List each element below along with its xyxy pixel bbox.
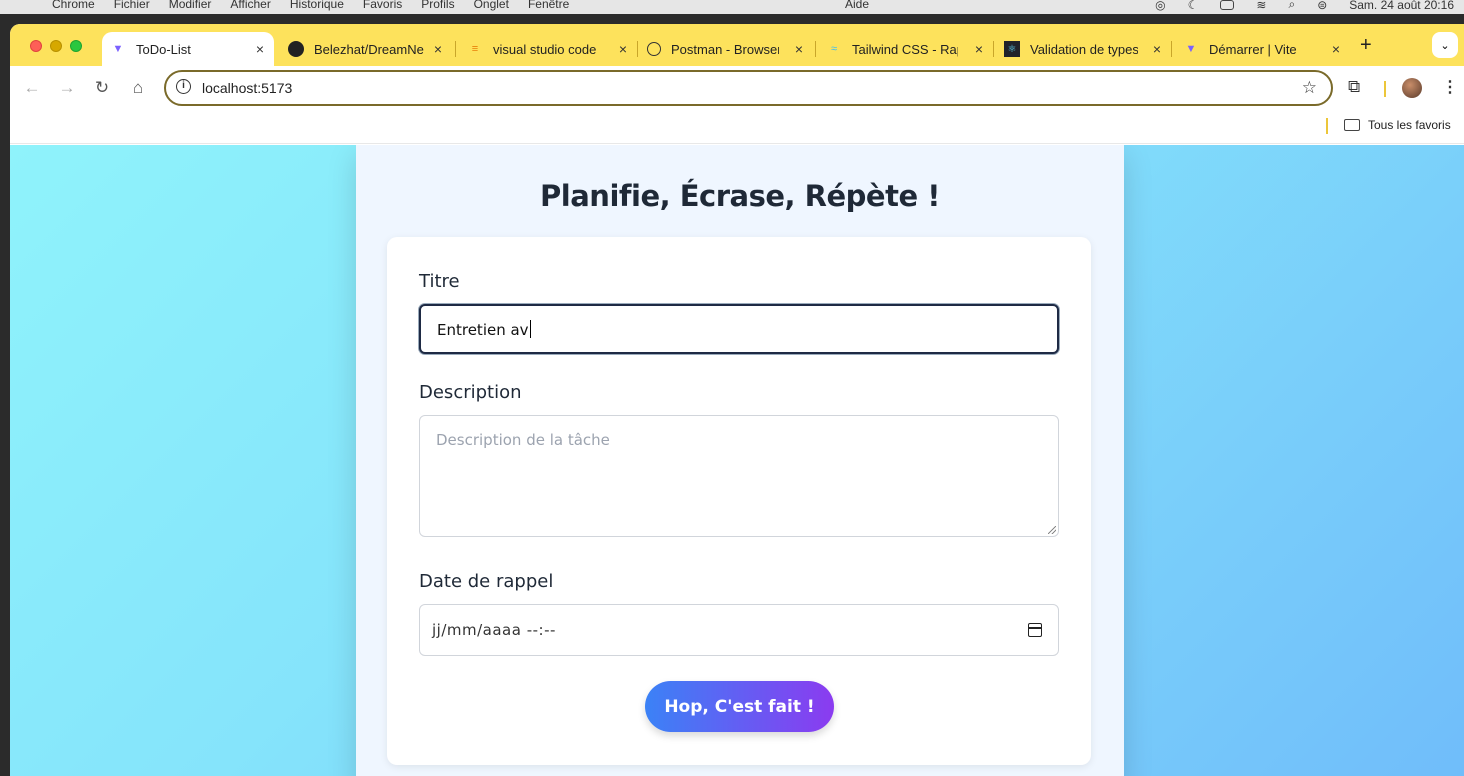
browser-toolbar: ← → ↻ ⌂ i localhost:5173 ☆ ⧉ ⋮ — [10, 66, 1464, 110]
menu-aide[interactable]: Aide — [845, 0, 869, 11]
address-bar[interactable]: i localhost:5173 ☆ — [164, 70, 1333, 106]
search-icon[interactable]: ⌕ — [1288, 0, 1295, 12]
profile-avatar[interactable] — [1402, 78, 1422, 98]
menu-afficher[interactable]: Afficher — [230, 0, 270, 11]
bookmarks-divider — [1326, 118, 1328, 134]
title-input[interactable]: Entretien av — [419, 304, 1059, 354]
clock[interactable]: Sam. 24 août 20:16 — [1349, 0, 1454, 12]
close-tab-icon[interactable]: × — [1153, 41, 1161, 57]
page-viewport: Planifie, Écrase, Répète ! Titre Entreti… — [10, 145, 1464, 776]
description-placeholder: Description de la tâche — [436, 431, 610, 449]
wifi-icon[interactable]: ≋ — [1256, 0, 1266, 12]
close-tab-icon[interactable]: × — [256, 41, 264, 57]
tab-divider — [993, 41, 994, 57]
close-window-button[interactable] — [30, 40, 42, 52]
tab-title: visual studio code — [493, 41, 597, 57]
close-tab-icon[interactable]: × — [795, 41, 803, 57]
reload-icon[interactable]: ↻ — [92, 78, 112, 98]
focus-icon[interactable]: ◎ — [1155, 0, 1165, 12]
menu-modifier[interactable]: Modifier — [169, 0, 212, 11]
tab-title: Démarrer | Vite — [1209, 41, 1297, 57]
title-label: Titre — [419, 271, 460, 292]
globe-icon — [647, 42, 661, 56]
moon-icon[interactable]: ☾ — [1188, 0, 1199, 12]
bookmark-star-icon[interactable]: ☆ — [1302, 78, 1317, 98]
stack-icon: ≡ — [471, 43, 479, 55]
control-center-icon[interactable]: ⊜ — [1317, 0, 1327, 12]
all-bookmarks-link[interactable]: Tous les favoris — [1368, 118, 1451, 132]
menu-profils[interactable]: Profils — [421, 0, 454, 11]
description-textarea[interactable]: Description de la tâche — [419, 415, 1059, 537]
tab-validation[interactable]: ⚛ Validation de types × — [996, 32, 1171, 66]
os-menubar: Chrome Fichier Modifier Afficher Histori… — [0, 0, 1464, 14]
window-controls — [30, 40, 82, 52]
app-container: Planifie, Écrase, Répète ! Titre Entreti… — [356, 145, 1124, 776]
github-icon — [288, 41, 304, 57]
menu-historique[interactable]: Historique — [290, 0, 344, 11]
extensions-puzzle-icon[interactable]: ⧉ — [1348, 77, 1360, 97]
battery-icon[interactable] — [1220, 0, 1235, 10]
close-tab-icon[interactable]: × — [1332, 41, 1340, 57]
tab-divider — [815, 41, 816, 57]
browser-window: ▼ ToDo-List × Belezhat/DreamNe × ≡ visua… — [10, 24, 1464, 776]
menu-favoris[interactable]: Favoris — [363, 0, 402, 11]
tab-todo-list[interactable]: ▼ ToDo-List × — [102, 32, 274, 66]
tab-tailwind[interactable]: ≈ Tailwind CSS - Rap × — [818, 32, 993, 66]
tab-vscode[interactable]: ≡ visual studio code × — [459, 32, 637, 66]
close-tab-icon[interactable]: × — [434, 41, 442, 57]
tab-vite[interactable]: ▼ Démarrer | Vite × — [1175, 32, 1350, 66]
vite-icon: ▼ — [1185, 43, 1197, 55]
tab-title: ToDo-List — [136, 41, 191, 57]
tab-title: Belezhat/DreamNe — [314, 41, 424, 57]
tab-title: Postman - Browser — [671, 41, 779, 57]
folder-icon[interactable] — [1344, 119, 1360, 131]
date-label: Date de rappel — [419, 571, 554, 592]
menu-fichier[interactable]: Fichier — [114, 0, 150, 11]
tab-title: Tailwind CSS - Rap — [852, 41, 958, 57]
reminder-date-input[interactable]: jj/mm/aaaa --:-- — [419, 604, 1059, 656]
text-caret — [529, 320, 531, 338]
calendar-icon[interactable] — [1028, 623, 1042, 637]
back-arrow-icon[interactable]: ← — [22, 78, 42, 98]
minimize-window-button[interactable] — [50, 40, 62, 52]
bookmarks-bar: Tous les favoris — [10, 110, 1464, 144]
tailwind-icon: ≈ — [830, 43, 838, 55]
page-title: Planifie, Écrase, Répète ! — [540, 179, 940, 213]
vite-icon: ▼ — [112, 43, 124, 55]
tab-postman[interactable]: Postman - Browser × — [639, 32, 813, 66]
resize-grip-icon[interactable] — [1048, 526, 1056, 534]
site-info-icon[interactable]: i — [176, 79, 191, 94]
status-area: ◎ ☾ ≋ ⌕ ⊜ Sam. 24 août 20:16 — [1155, 0, 1454, 12]
menu-onglet[interactable]: Onglet — [474, 0, 509, 11]
submit-button[interactable]: Hop, C'est fait ! — [645, 681, 834, 732]
forward-arrow-icon[interactable]: → — [57, 78, 77, 98]
home-icon[interactable]: ⌂ — [128, 78, 148, 98]
tab-search-chevron-icon[interactable]: ⌄ — [1432, 32, 1458, 58]
address-url[interactable]: localhost:5173 — [202, 80, 292, 96]
tab-github[interactable]: Belezhat/DreamNe × — [280, 32, 452, 66]
todo-form: Titre Entretien av Description Descripti… — [387, 237, 1091, 765]
date-placeholder: jj/mm/aaaa --:-- — [432, 621, 556, 639]
zoom-window-button[interactable] — [70, 40, 82, 52]
tab-divider — [637, 41, 638, 57]
new-tab-button[interactable]: + — [1360, 34, 1372, 57]
description-label: Description — [419, 382, 522, 403]
title-input-value: Entretien av — [437, 320, 531, 339]
tab-strip: ▼ ToDo-List × Belezhat/DreamNe × ≡ visua… — [10, 24, 1464, 66]
toolbar-divider — [1384, 81, 1386, 97]
close-tab-icon[interactable]: × — [619, 41, 627, 57]
menu-fenetre[interactable]: Fenêtre — [528, 0, 569, 11]
tab-divider — [455, 41, 456, 57]
more-menu-icon[interactable]: ⋮ — [1442, 77, 1458, 97]
tab-divider — [1171, 41, 1172, 57]
os-menu-items: Chrome Fichier Modifier Afficher Histori… — [52, 0, 569, 11]
react-icon: ⚛ — [1004, 41, 1020, 57]
close-tab-icon[interactable]: × — [975, 41, 983, 57]
menu-chrome[interactable]: Chrome — [52, 0, 95, 11]
tab-title: Validation de types — [1030, 41, 1138, 57]
